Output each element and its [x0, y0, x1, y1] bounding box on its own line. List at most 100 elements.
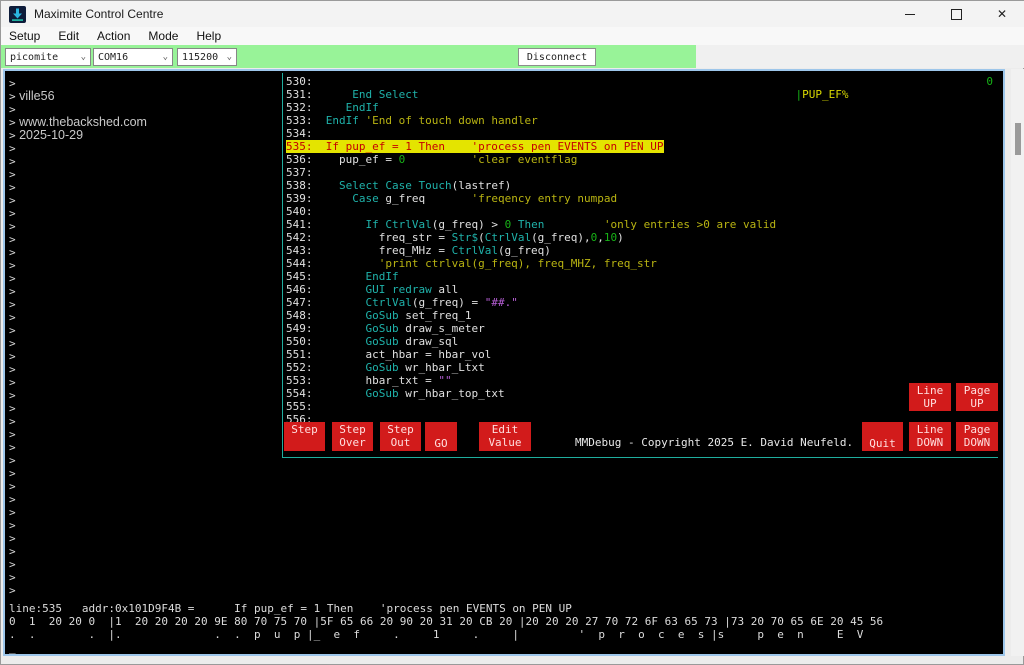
terminal-line: > — [9, 415, 147, 428]
code-line: 540: — [286, 205, 313, 218]
terminal-line: > — [9, 363, 147, 376]
code-line: 543: freq_MHz = CtrlVal(g_freq) — [286, 244, 551, 257]
watch-variable-value: 0 — [986, 75, 993, 88]
code-line: 555: — [286, 400, 313, 413]
step-over-button[interactable]: StepOver — [332, 422, 373, 451]
code-line: 542: freq_str = Str$(CtrlVal(g_freq),0,1… — [286, 231, 624, 244]
code-line: 545: EndIf — [286, 270, 399, 283]
terminal-line: > — [9, 376, 147, 389]
minimize-button[interactable] — [887, 1, 933, 27]
terminal-line: > — [9, 246, 147, 259]
chevron-down-icon: ⌄ — [227, 52, 232, 62]
terminal-line: > — [9, 324, 147, 337]
terminal-line: > — [9, 285, 147, 298]
terminal-line: > — [9, 584, 147, 597]
code-line: 551: act_hbar = hbar_vol — [286, 348, 491, 361]
code-line: 530: — [286, 75, 313, 88]
menu-setup[interactable]: Setup — [1, 29, 50, 43]
terminal-line: > — [9, 168, 147, 181]
terminal-line: > — [9, 259, 147, 272]
terminal-line: > — [9, 493, 147, 506]
chevron-down-icon: ⌄ — [163, 52, 168, 62]
code-line: 547: CtrlVal(g_freq) = "##." — [286, 296, 518, 309]
terminal-line: > — [9, 207, 147, 220]
terminal-line: > — [9, 350, 147, 363]
terminal-line: > — [9, 571, 147, 584]
terminal-line: > — [9, 454, 147, 467]
menu-mode[interactable]: Mode — [140, 29, 188, 43]
terminal-line: > — [9, 402, 147, 415]
chevron-down-icon: ⌄ — [81, 52, 86, 62]
close-button[interactable]: ✕ — [979, 1, 1024, 27]
line-down-button[interactable]: LineDOWN — [909, 422, 951, 451]
code-line: 539: Case g_freq 'freqency entry numpad — [286, 192, 617, 205]
com-port-value: COM16 — [98, 52, 128, 63]
scrollbar-thumb[interactable] — [1015, 123, 1021, 155]
baud-rate-select[interactable]: 115200 ⌄ — [177, 48, 237, 66]
terminal-line: > — [9, 142, 147, 155]
minimize-icon — [905, 14, 915, 15]
device-select-value: picomite — [10, 52, 58, 63]
code-line: 536: pup_ef = 0 'clear eventflag — [286, 153, 577, 166]
device-select[interactable]: picomite ⌄ — [5, 48, 91, 66]
status-line: 0 1 20 20 0 |1 20 20 20 20 9E 80 70 75 7… — [9, 615, 883, 628]
title-bar: Maximite Control Centre ✕ — [1, 1, 1024, 27]
terminal-line: > — [9, 220, 147, 233]
menu-edit[interactable]: Edit — [50, 29, 89, 43]
mmdebug-copyright: MMDebug - Copyright 2025 E. David Neufel… — [575, 436, 853, 449]
code-line: 552: GoSub wr_hbar_Ltxt — [286, 361, 485, 374]
baud-rate-value: 115200 — [182, 52, 218, 63]
com-port-select[interactable]: COM16 ⌄ — [93, 48, 173, 66]
quit-button[interactable]: Quit — [862, 422, 903, 451]
menu-action[interactable]: Action — [89, 29, 140, 43]
code-line: 531: End Select — [286, 88, 418, 101]
code-panel-bottom-border — [282, 457, 998, 458]
terminal-line: > — [9, 298, 147, 311]
code-line: 534: — [286, 127, 313, 140]
close-icon: ✕ — [997, 7, 1007, 21]
status-line: _ — [9, 641, 883, 654]
edit-value-button[interactable]: EditValue — [479, 422, 531, 451]
terminal-line: > — [9, 155, 147, 168]
terminal-line: > — [9, 389, 147, 402]
terminal-scrollbar[interactable] — [1011, 69, 1024, 656]
terminal-line: > — [9, 532, 147, 545]
maximize-button[interactable] — [933, 1, 979, 27]
code-line: 549: GoSub draw_s_meter — [286, 322, 485, 335]
watch-variable-name: PUP_EF% — [802, 88, 848, 101]
go-button[interactable]: GO — [425, 422, 457, 451]
terminal-line: > — [9, 506, 147, 519]
terminal-left-output: >> ville56>> www.thebackshed.com> 2025-1… — [9, 77, 147, 597]
terminal-line: > — [9, 272, 147, 285]
terminal-line: > — [9, 480, 147, 493]
terminal-line: > — [9, 428, 147, 441]
app-icon — [9, 6, 26, 23]
terminal-line: > — [9, 519, 147, 532]
terminal-console[interactable]: >> ville56>> www.thebackshed.com> 2025-1… — [3, 69, 1005, 656]
code-line: 550: GoSub draw_sql — [286, 335, 458, 348]
terminal-line: > — [9, 181, 147, 194]
status-line: line:535 addr:0x101D9F4B = If pup_ef = 1… — [9, 602, 883, 615]
code-line: 537: — [286, 166, 313, 179]
terminal-line: > — [9, 194, 147, 207]
code-listing: 530:531: End Select532: EndIf533: EndIf … — [286, 75, 776, 426]
disconnect-button[interactable]: Disconnect — [518, 48, 596, 66]
status-line: . . . |. . . p u p |_ e f . 1 . | ' p r … — [9, 628, 883, 641]
terminal-line: > — [9, 337, 147, 350]
connection-toolbar: picomite ⌄ COM16 ⌄ 115200 ⌄ Disconnect — [1, 45, 1024, 68]
code-line: 533: EndIf 'End of touch down handler — [286, 114, 538, 127]
step-out-button[interactable]: StepOut — [380, 422, 421, 451]
terminal-line: > — [9, 467, 147, 480]
menu-help[interactable]: Help — [188, 29, 231, 43]
terminal-line: > ville56 — [9, 90, 147, 103]
terminal-line: > — [9, 311, 147, 324]
step-button[interactable]: Step — [284, 422, 325, 451]
code-line: 544: 'print ctrlval(g_freq), freq_MHZ, f… — [286, 257, 657, 270]
page-down-button[interactable]: PageDOWN — [956, 422, 998, 451]
code-line: 535: If pup_ef = 1 Then 'process pen EVE… — [286, 140, 664, 153]
terminal-line: > — [9, 545, 147, 558]
maximize-icon — [951, 9, 962, 20]
code-line: 532: EndIf — [286, 101, 379, 114]
line-up-button[interactable]: LineUP — [909, 383, 951, 411]
page-up-button[interactable]: PageUP — [956, 383, 998, 411]
